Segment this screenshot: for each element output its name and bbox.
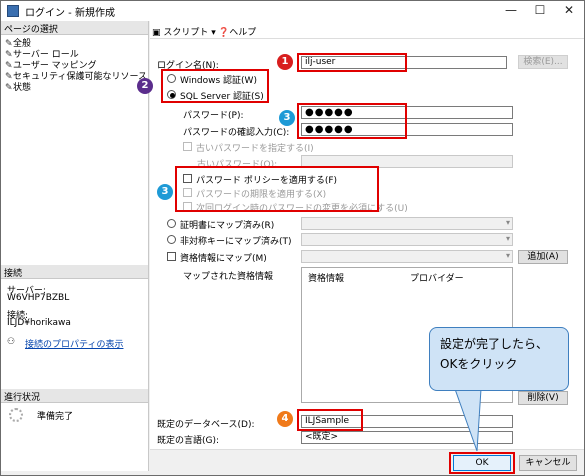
script-icon: ▣ — [152, 28, 161, 38]
page-status[interactable]: ✎状態 — [5, 80, 31, 93]
cert-mapped-label: 証明書にマップ済み(R) — [180, 221, 275, 231]
title-bar: ログイン - 新規作成 — ☐ ✕ — [1, 1, 584, 21]
left-pane: ページの選択 ✎全般 ✎サーバー ロール ✎ユーザー マッピング ✎セキュリティ… — [1, 21, 149, 471]
cred-dropdown[interactable] — [301, 250, 513, 263]
cred-mapped-checkbox[interactable] — [167, 252, 176, 261]
highlight-ok — [449, 452, 515, 474]
search-button[interactable]: 検索(E)... — [518, 55, 568, 69]
old-password-checkbox[interactable] — [183, 142, 192, 151]
pages-header: ページの選択 — [1, 21, 148, 35]
connection-properties-link[interactable]: 接続のプロパティの表示 — [25, 337, 123, 350]
add-button[interactable]: 追加(A) — [518, 250, 568, 264]
cred-column-header: 資格情報 — [308, 274, 345, 284]
old-password-label: 古いパスワードを指定する(I) — [196, 144, 314, 154]
help-icon: ❓ — [218, 28, 230, 38]
callout-note: 設定が完了したら、OKをクリック — [429, 327, 569, 391]
remove-button[interactable]: 削除(V) — [518, 391, 568, 405]
highlight-auth — [161, 69, 269, 103]
cred-mapped-label: 資格情報にマップ(M) — [180, 254, 267, 264]
asym-dropdown[interactable] — [301, 233, 513, 246]
server-value: W6VHP7BZBL — [7, 293, 70, 303]
wrench-icon: ✎ — [5, 83, 13, 93]
highlight-password — [297, 103, 407, 139]
app-icon — [7, 5, 19, 17]
connection-header: 接続 — [1, 265, 148, 279]
progress-status: 準備完了 — [37, 412, 74, 422]
highlight-default-db — [297, 409, 363, 431]
help-button[interactable]: ❓ヘルプ — [218, 25, 256, 38]
default-db-label: 既定のデータベース(D): — [157, 420, 255, 430]
minimize-button[interactable]: — — [496, 1, 526, 21]
cert-mapped-radio[interactable] — [167, 219, 176, 228]
badge-3a: 3 — [279, 110, 295, 126]
cancel-button[interactable]: キャンセル — [519, 455, 577, 471]
cert-dropdown[interactable] — [301, 217, 513, 230]
badge-4: 4 — [277, 411, 293, 427]
provider-column-header: プロバイダー — [410, 274, 464, 284]
login-new-window: ログイン - 新規作成 — ☐ ✕ ページの選択 ✎全般 ✎サーバー ロール ✎… — [0, 0, 585, 476]
connection-properties-icon: ⚇ — [7, 337, 16, 347]
mapped-creds-label: マップされた資格情報 — [183, 272, 274, 282]
toolbar: ▣ スクリプト ▾ ❓ヘルプ — [150, 21, 584, 39]
asym-mapped-radio[interactable] — [167, 235, 176, 244]
badge-2: 2 — [137, 78, 153, 94]
password-label: パスワード(P): — [183, 111, 244, 121]
callout-pointer — [454, 389, 482, 452]
window-title: ログイン - 新規作成 — [25, 8, 115, 19]
confirm-password-label: パスワードの確認入力(C): — [183, 128, 290, 138]
progress-header: 進行状況 — [1, 389, 148, 403]
connection-value: ILJD¥horikawa — [7, 318, 71, 328]
badge-3b: 3 — [157, 184, 173, 200]
highlight-login-name — [297, 53, 407, 72]
badge-1: 1 — [277, 54, 293, 70]
maximize-button[interactable]: ☐ — [525, 1, 555, 21]
script-button[interactable]: ▣ スクリプト ▾ — [152, 25, 216, 38]
progress-spinner-icon — [9, 408, 23, 422]
default-lang-label: 既定の言語(G): — [157, 436, 220, 446]
highlight-policy — [175, 166, 379, 212]
asym-mapped-label: 非対称キーにマップ済み(T) — [180, 237, 292, 247]
close-button[interactable]: ✕ — [554, 1, 584, 21]
